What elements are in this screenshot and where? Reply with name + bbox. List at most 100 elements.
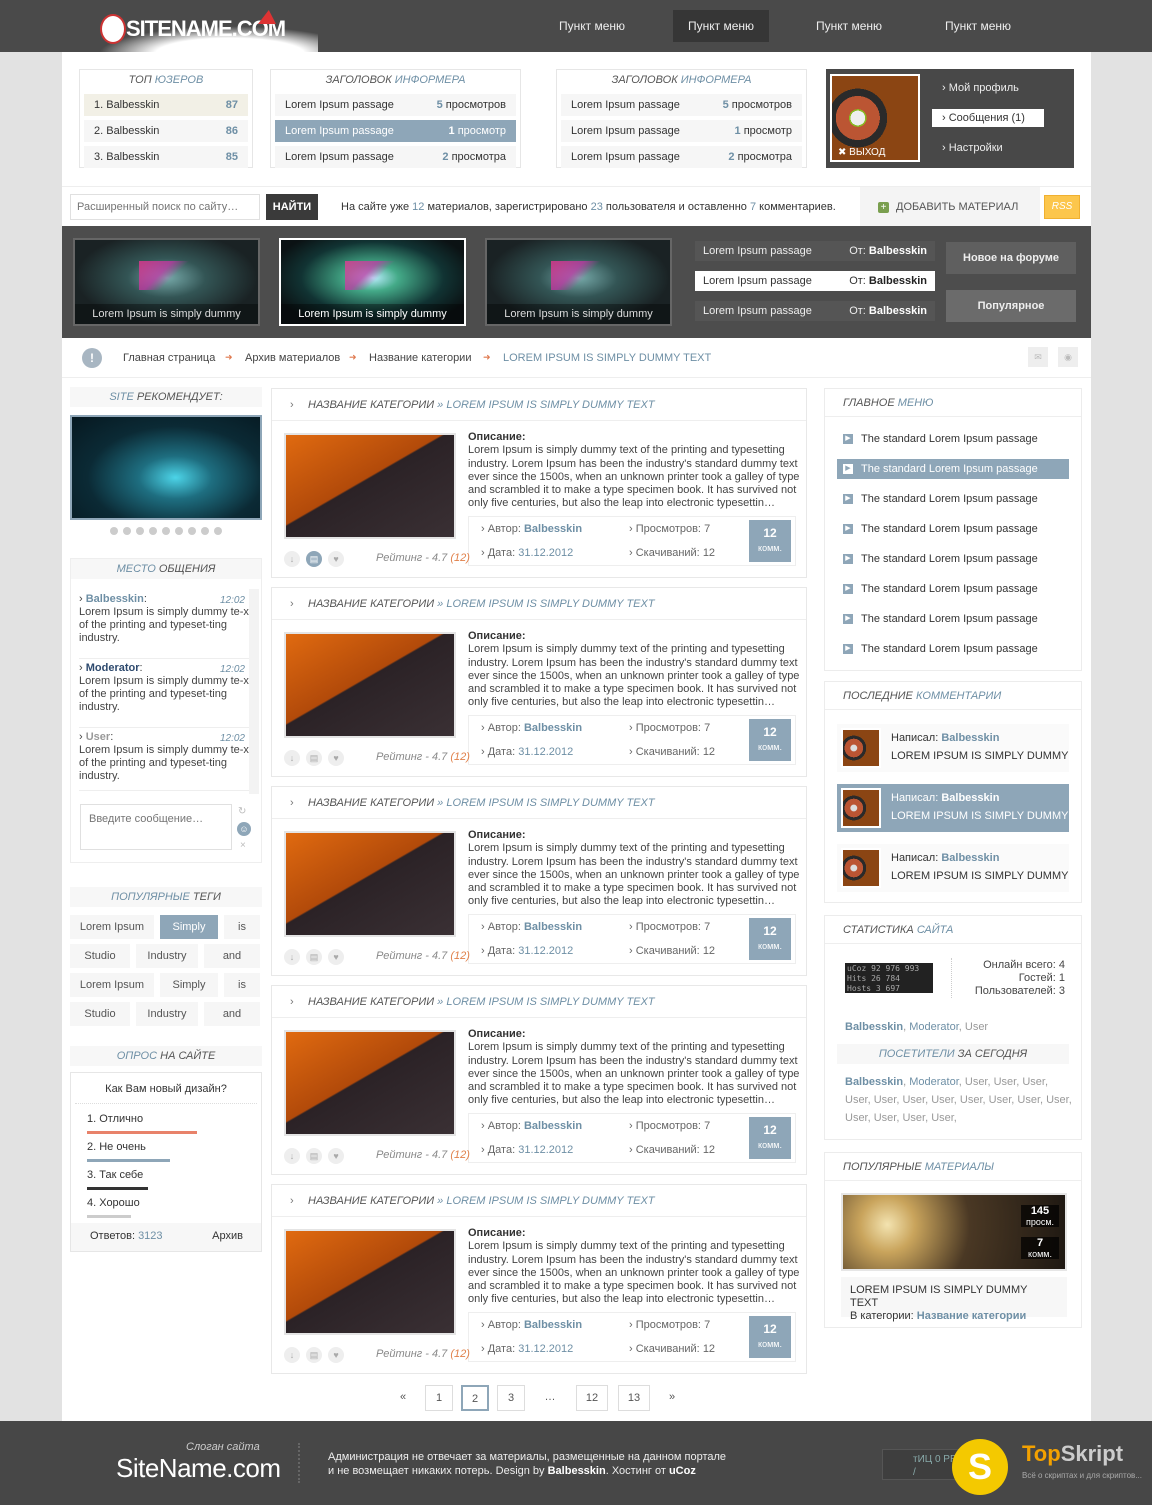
topskript-tagline: Всё о скриптах и для скриптов... [1022,1471,1142,1480]
host-link[interactable]: uCoz [669,1465,696,1477]
author-label: Написал: [891,792,939,804]
right-sidebar: Главное меню ▶ The standard Lorem Ipsum p… [62,0,1091,1420]
footer-site-name[interactable]: SiteName.com [116,1453,281,1484]
views-unit: просм. [1025,1217,1055,1227]
menu-item[interactable]: ▶ The standard Lorem Ipsum passage [837,639,1069,659]
title-highlight: сайта [916,924,954,936]
menu-item[interactable]: ▶ The standard Lorem Ipsum passage [837,519,1069,539]
arrow-icon: ▶ [843,494,853,504]
arrow-icon: ▶ [843,644,853,654]
comment-item-active[interactable]: Написал: Balbesskin LOREM IPSUM IS SIMPLY… [837,784,1069,832]
footer-slogan: Слоган сайта [186,1441,260,1453]
arrow-icon: ▶ [843,584,853,594]
title-highlight: материалы [924,1161,995,1173]
title-part: Статистика [843,924,914,936]
comment-author-line: Написал: Balbesskin [891,792,999,804]
comment-item[interactable]: Написал: Balbesskin LOREM IPSUM IS SIMPLY… [837,724,1069,772]
topskript-wordmark[interactable]: TopSkript [1022,1441,1123,1467]
popular-thumbnail[interactable]: 145 просм. 7 комм. [841,1193,1067,1271]
members-count: Пользователей: 3 [974,985,1065,997]
disclaimer-line: и не возмещает никаких потерь. Design by [328,1465,545,1477]
comment-text: LOREM IPSUM IS SIMPLY DUMMY [891,750,1069,762]
online-total: Онлайн всего: 4 [983,959,1065,971]
menu-item[interactable]: ▶ The standard Lorem Ipsum passage [837,429,1069,449]
arrow-icon: ▶ [843,614,853,624]
user-link[interactable]: User [965,1021,988,1033]
online-stats: Онлайн всего: 4 Гостей: 1 Пользователей: 3 [975,959,1065,998]
brand-part: Skript [1060,1441,1124,1466]
arrow-icon: ▶ [843,524,853,534]
menu-label: The standard Lorem Ipsum passage [861,643,1038,655]
counter-line: Hosts 3 697 [847,984,900,993]
author-label: Написал: [891,732,939,744]
views-badge: 145 просм. [1021,1205,1059,1227]
main-menu-title: Главное меню [825,389,1081,417]
comments-count: 7 [1036,1237,1044,1249]
menu-item[interactable]: ▶ The standard Lorem Ipsum passage [837,609,1069,629]
menu-label: The standard Lorem Ipsum passage [861,613,1038,625]
views-count: 145 [1030,1205,1050,1217]
user-link[interactable]: Balbesskin [845,1021,903,1033]
disclaimer-line: . Хостинг от [605,1465,666,1477]
online-users: Balbesskin, Moderator, User [845,1021,989,1033]
popular-title: Популярные материалы [825,1153,1081,1181]
avatar [841,848,881,888]
user-link[interactable]: Moderator [909,1076,959,1088]
counter-line: Hits 26 784 [847,974,900,983]
designer-link[interactable]: Balbesskin [548,1465,606,1477]
comment-author-line: Написал: Balbesskin [891,732,999,744]
arrow-icon: ▶ [843,554,853,564]
guests-count: Гостей: 1 [1018,972,1065,984]
comment-item[interactable]: Написал: Balbesskin LOREM IPSUM IS SIMPLY… [837,844,1069,892]
comment-author[interactable]: Balbesskin [941,852,999,864]
comments-unit: комм. [1028,1249,1052,1259]
arrow-icon: ▶ [843,464,853,474]
stats-title: Статистика сайта [825,916,1081,944]
menu-item[interactable]: ▶ The standard Lorem Ipsum passage [837,579,1069,599]
disclaimer-line: Администрация не отвечает за материалы, … [328,1451,727,1463]
counter-line: uCoz 92 976 993 [847,964,920,973]
comment-author[interactable]: Balbesskin [941,792,999,804]
arrow-icon: ▶ [843,434,853,444]
brand-part: Top [1022,1441,1061,1466]
menu-item-active[interactable]: ▶ The standard Lorem Ipsum passage [837,459,1069,479]
footer-disclaimer: Администрация не отвечает за материалы, … [328,1450,726,1478]
popular-info: LOREM IPSUM IS SIMPLY DUMMY TEXT В катег… [841,1277,1067,1322]
main-menu-box: Главное меню ▶ The standard Lorem Ipsum p… [824,388,1082,671]
user-link[interactable]: Moderator [909,1021,959,1033]
menu-label: The standard Lorem Ipsum passage [861,463,1038,475]
topskript-logo-icon[interactable]: S [952,1439,1008,1495]
footer: Слоган сайта SiteName.com Администрация … [0,1421,1152,1505]
menu-label: The standard Lorem Ipsum passage [861,553,1038,565]
popular-box: Популярные материалы 145 просм. 7 комм. LO… [824,1152,1082,1328]
category-label: В категории: [850,1310,914,1322]
comment-author-line: Написал: Balbesskin [891,852,999,864]
title-highlight: комментарии [915,690,1002,702]
category-link[interactable]: Название категории [917,1310,1027,1322]
avatar [841,728,881,768]
visitors-list: Balbesskin, Moderator, User, User, User,… [845,1076,1072,1124]
comments-title: Последние комментарии [825,682,1081,710]
title-part: Последние [843,690,913,702]
popular-title-link[interactable]: LOREM IPSUM IS SIMPLY DUMMY TEXT [850,1284,1058,1310]
ucoz-counter[interactable]: uCoz 92 976 993 Hits 26 784 Hosts 3 697 [845,963,933,993]
menu-label: The standard Lorem Ipsum passage [861,583,1038,595]
title-part: Главное [843,397,895,409]
menu-item[interactable]: ▶ The standard Lorem Ipsum passage [837,489,1069,509]
comment-text: LOREM IPSUM IS SIMPLY DUMMY [891,810,1069,822]
user-link[interactable]: Balbesskin [845,1076,903,1088]
visitors-title: Посетители за сегодня [837,1044,1069,1064]
author-label: Написал: [891,852,939,864]
comments-box: Последние комментарии Написал: Balbesski… [824,681,1082,903]
divider [298,1443,300,1483]
divider [951,958,952,998]
stats-box: Статистика сайта uCoz 92 976 993 Hits 26 … [824,915,1082,1140]
menu-label: The standard Lorem Ipsum passage [861,433,1038,445]
comments-badge: 7 комм. [1021,1237,1059,1259]
title-part: Популярные [843,1161,922,1173]
title-part: за сегодня [957,1048,1028,1060]
menu-item[interactable]: ▶ The standard Lorem Ipsum passage [837,549,1069,569]
comment-author[interactable]: Balbesskin [941,732,999,744]
menu-label: The standard Lorem Ipsum passage [861,523,1038,535]
title-highlight: Посетители [878,1048,955,1060]
